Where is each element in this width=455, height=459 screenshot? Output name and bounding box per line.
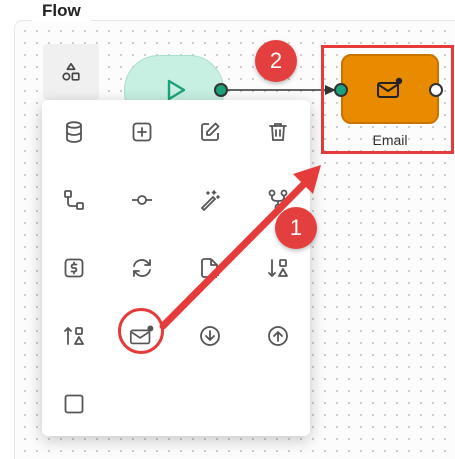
start-output-port[interactable] [214,83,228,97]
database-icon [66,121,82,143]
email-item-highlight-ring [118,308,164,354]
popup-item-sort-down[interactable] [258,248,298,288]
mail-badge-icon [377,77,403,98]
trash-icon [269,123,287,141]
popup-item-delete[interactable] [258,112,298,152]
popup-item-commit[interactable] [122,180,162,220]
email-node-label: Email [372,132,408,148]
email-output-port[interactable] [429,83,443,97]
popup-item-add[interactable] [122,112,162,152]
sort-up-shapes-icon [64,327,84,345]
canvas-title: Flow [32,0,91,22]
magic-wand-icon [200,190,220,212]
node-picker-popup [42,100,310,436]
popup-item-download[interactable] [190,316,230,356]
popup-item-route[interactable] [54,180,94,220]
popup-item-square[interactable] [54,384,94,424]
popup-item-refresh[interactable] [122,248,162,288]
arrow-up-circle-icon [268,326,288,346]
email-input-port[interactable] [334,83,348,97]
plus-square-icon [132,122,152,142]
popup-item-upload[interactable] [258,316,298,356]
callout-step-1: 1 [275,207,317,249]
popup-item-new-file[interactable] [190,248,230,288]
refresh-icon [133,259,151,277]
email-node[interactable] [341,54,439,124]
arrow-down-circle-icon [200,326,220,346]
square-icon [64,394,84,414]
left-panel-tab[interactable] [43,44,99,100]
route-icon [64,190,84,210]
popup-item-database[interactable] [54,112,94,152]
pencil-square-icon [201,122,220,141]
popup-item-edit[interactable] [190,112,230,152]
dollar-square-icon [64,258,84,278]
commit-icon [132,195,152,205]
play-icon [167,79,186,101]
sort-down-shapes-icon [268,259,288,277]
popup-item-sort-up[interactable] [54,316,94,356]
file-plus-icon [201,258,219,278]
callout-step-2: 2 [255,40,297,82]
shapes-icon [62,62,80,81]
popup-item-magic[interactable] [190,180,230,220]
popup-item-cost[interactable] [54,248,94,288]
